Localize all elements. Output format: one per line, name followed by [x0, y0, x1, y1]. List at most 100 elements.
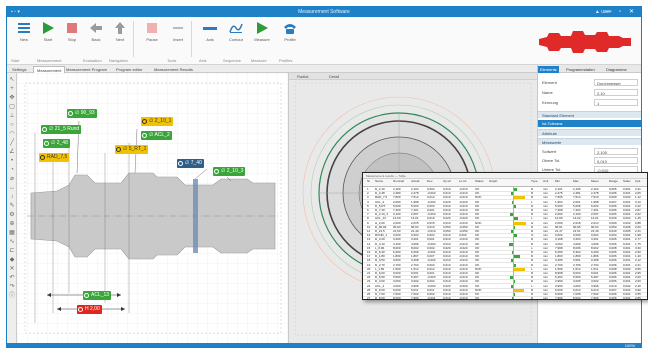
marker-tool-icon[interactable]: ◆ [9, 257, 15, 263]
property-value[interactable]: Durchmesser [594, 79, 638, 86]
tab-settings[interactable]: Settings [9, 66, 29, 73]
tab-elements[interactable]: Elements [538, 66, 559, 73]
dimension-tag[interactable]: ∅ ACL_2 [141, 131, 172, 140]
fit-tool-icon[interactable]: ▢ [9, 104, 15, 110]
dimension-tag[interactable]: ∅ 7_40 [177, 159, 204, 168]
undo-tool-icon[interactable]: ↶ [9, 275, 15, 281]
column-header[interactable]: Max [573, 180, 579, 183]
section-header[interactable]: Messwerte [538, 138, 641, 145]
column-header[interactable]: Cpk [635, 180, 640, 183]
tab-program-editor[interactable]: Program editor [113, 66, 145, 73]
ribbon-button-measure[interactable]: Measure [247, 19, 277, 59]
settings-tool-icon[interactable]: ⚙ [9, 212, 15, 218]
column-header[interactable]: Nominal [393, 180, 404, 183]
tab-radial[interactable]: Radial [297, 74, 308, 79]
redo-tool-icon[interactable]: ↷ [9, 284, 15, 290]
height-tool-icon[interactable]: ↕ [9, 194, 15, 200]
tab-measurement-results[interactable]: Measurement Results [151, 66, 196, 73]
measure-tool-icon[interactable]: ⊥ [9, 113, 15, 119]
table-cell: 0,012 [427, 195, 435, 200]
circle-tool-icon[interactable]: ○ [9, 122, 15, 128]
dimension-tag[interactable]: ∅ 90_93 [67, 109, 97, 118]
tab-detail[interactable]: Detail [329, 74, 339, 79]
tab-measurement[interactable]: Measurement [33, 66, 66, 73]
dimension-tag[interactable]: ACL_13 [83, 291, 112, 300]
info-tool-icon[interactable]: ⓘ [9, 293, 15, 299]
ribbon-button-profile[interactable]: Profile [275, 19, 305, 59]
height-icon [78, 307, 83, 312]
column-header[interactable]: Range [609, 180, 618, 183]
column-header[interactable]: Dev. [427, 180, 433, 183]
tab-diagramme[interactable]: Diagramme [604, 66, 629, 73]
table-cell: 0,001 [623, 279, 631, 284]
bracket-tool-icon[interactable]: ⊏ [9, 248, 15, 254]
diameter-icon [142, 133, 147, 138]
table-row[interactable]: 27 D_8,00 8,000 7,999 -0,001 0,010 -0,010 OK Dmm… [363, 296, 647, 300]
column-header[interactable]: Nr [367, 180, 370, 183]
property-label: Kennung [542, 100, 559, 105]
pan-tool-icon[interactable]: ✥ [9, 95, 15, 101]
column-header[interactable]: Name [375, 180, 383, 183]
results-table-window[interactable]: Measurement results — Table Nr Name Nomina… [362, 172, 648, 300]
dimension-tag[interactable]: ∅ 21_5 Rund [41, 125, 82, 134]
graph-center-line [513, 187, 514, 299]
column-header[interactable]: Unit [543, 180, 548, 183]
zoom-tool-icon[interactable]: + [9, 86, 15, 92]
table-cell: mm [543, 279, 548, 284]
ribbon-button-next[interactable]: Next [105, 19, 135, 59]
curve-tool-icon[interactable]: ∿ [9, 239, 15, 245]
dimension-tag[interactable]: RAD_7,5 [39, 153, 70, 162]
radius-tool-icon[interactable]: ◔ [9, 167, 15, 173]
line-tool-icon[interactable]: ╱ [9, 140, 15, 146]
distance-tool-icon[interactable]: ↔ [9, 185, 15, 191]
column-header[interactable]: Mean [591, 180, 599, 183]
column-header[interactable]: Status [475, 180, 484, 183]
target-tool-icon[interactable]: ⊕ [9, 221, 15, 227]
property-value[interactable]: 2,100 [594, 148, 638, 155]
column-header[interactable]: Stdev [623, 180, 631, 183]
window-controls[interactable]: — ▫ ✕ [606, 8, 638, 15]
diameter-tool-icon[interactable]: ⌀ [9, 176, 15, 182]
table-cell: OK [475, 258, 480, 263]
ribbon-group-label: Profiles [279, 58, 293, 63]
column-header[interactable]: Graph [489, 180, 497, 183]
dimension-tag[interactable]: ∅ 2_10_3 [213, 167, 246, 176]
table-cell: -0,010 [459, 195, 468, 200]
edit-tool-icon[interactable]: ✎ [9, 203, 15, 209]
point-tool-icon[interactable]: • [9, 158, 15, 164]
property-value[interactable]: 1 [594, 99, 638, 106]
dimension-tag[interactable]: ∅ 2_10_1 [141, 117, 174, 126]
tab-programmdaten[interactable]: Programmdaten [564, 66, 597, 73]
zoom-level[interactable]: 100% [625, 343, 635, 347]
dimension-tag[interactable]: ∅ 2_48 [43, 139, 70, 148]
grid-tool-icon[interactable]: ▦ [9, 230, 15, 236]
column-header[interactable]: Actual [411, 180, 419, 183]
dimension-tag[interactable]: ∅ 5_RT_1 [115, 145, 149, 154]
property-value[interactable]: 2,10 [594, 89, 638, 96]
tab-measurement-program[interactable]: Measurement Program [63, 66, 110, 73]
column-header[interactable]: Lo tol [459, 180, 466, 183]
cursor-tool-icon[interactable]: ↖ [9, 77, 15, 83]
delete-tool-icon[interactable]: ✕ [9, 266, 15, 272]
section-header[interactable]: Attribute [538, 129, 641, 136]
property-value[interactable]: 0,010 [594, 157, 638, 164]
column-header[interactable]: Up tol [443, 180, 451, 183]
table-cell: 7,500 [393, 195, 401, 200]
section-header[interactable]: Standard Element [538, 111, 641, 118]
table-cell: D_8,00 [375, 296, 385, 300]
tag-label: ∅ 2_10_1 [149, 118, 172, 124]
arc-tool-icon[interactable]: ◠ [9, 131, 15, 137]
tag-label: ∅ 21_5 Rund [49, 126, 80, 132]
table-cell: 3,000 [393, 279, 401, 284]
column-header[interactable]: Min [555, 180, 560, 183]
ribbon-button-insert[interactable]: Insert [163, 19, 193, 59]
highlighted-row[interactable]: Ist-Toleranz [538, 120, 641, 127]
angle-tool-icon[interactable]: ∠ [9, 149, 15, 155]
table-cell: 3,204 [573, 237, 581, 242]
column-header[interactable]: Type [531, 180, 538, 183]
dimension-tag[interactable]: H 2,00 [77, 305, 102, 314]
diameter-icon [116, 147, 121, 152]
ribbon-label: Profile [284, 37, 296, 42]
profile-view[interactable]: ∅ 90_93 ∅ 21_5 Rund ∅ 2_48 RAD_7,5 ∅ 2_1… [17, 73, 289, 343]
phone-icon [284, 24, 296, 34]
